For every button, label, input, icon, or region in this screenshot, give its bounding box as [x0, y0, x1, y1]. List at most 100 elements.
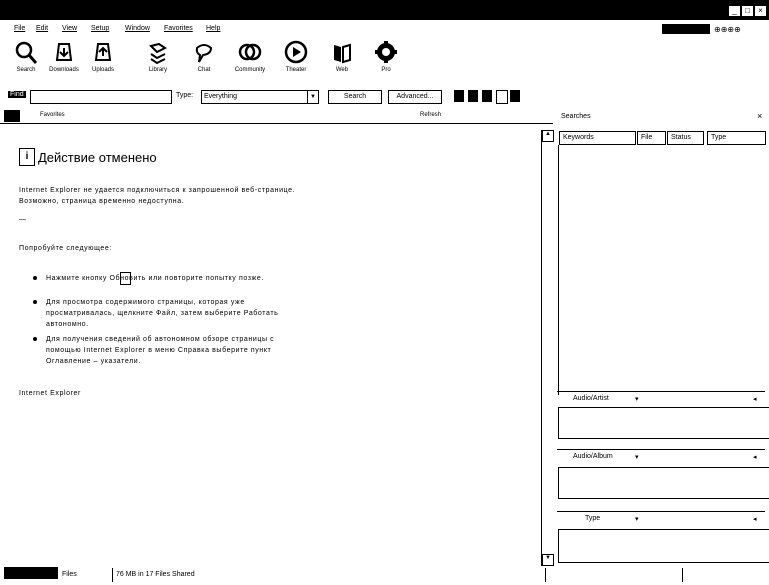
- chevron-down-icon: ▼: [307, 91, 318, 103]
- collapse-icon[interactable]: ◂: [753, 453, 757, 461]
- pro-button[interactable]: Pro: [366, 40, 406, 84]
- menu-edit[interactable]: Edit: [36, 25, 48, 32]
- browser-nav-bar: Favorites Refresh: [0, 109, 553, 124]
- chevron-down-icon: ▾: [635, 396, 639, 403]
- refresh-button[interactable]: Refresh: [420, 112, 441, 118]
- bullet-icon: [33, 337, 37, 341]
- suggestion-help: Для получения сведений об автономном обз…: [46, 336, 275, 365]
- column-header-file[interactable]: File: [637, 131, 666, 145]
- magnifier-icon: [15, 41, 38, 64]
- library-label: Library: [148, 67, 168, 73]
- status-shared: 76 MB in 17 Files Shared: [116, 571, 195, 578]
- chat-icon: [195, 44, 213, 63]
- theater-button[interactable]: Theater: [276, 40, 316, 84]
- vertical-scrollbar[interactable]: ▲ ▼: [541, 130, 554, 566]
- type-select[interactable]: Everything ▼: [201, 90, 319, 104]
- column-header-type[interactable]: Type: [707, 131, 766, 145]
- downloads-icon: [55, 43, 73, 61]
- status-divider: [545, 568, 546, 582]
- pro-icon: [375, 41, 397, 63]
- album-list[interactable]: [558, 467, 769, 499]
- status-bar: Files 76 MB in 17 Files Shared: [0, 566, 769, 585]
- status-divider: [682, 568, 683, 582]
- filter-header-album[interactable]: Audio/Album ▾ ◂: [557, 449, 765, 464]
- close-icon[interactable]: ×: [757, 111, 762, 121]
- menu-favorites[interactable]: Favorites: [164, 25, 193, 32]
- web-label: Web: [335, 67, 349, 73]
- collapse-icon[interactable]: ◂: [753, 515, 757, 523]
- column-header-status[interactable]: Status: [667, 131, 704, 145]
- error-page: i Действие отменено Internet Explorer не…: [14, 130, 542, 560]
- error-message: Internet Explorer не удается подключитьс…: [19, 187, 296, 205]
- community-icon: [238, 43, 262, 61]
- chevron-down-icon: ▾: [635, 454, 639, 461]
- advanced-button[interactable]: Advanced...: [388, 90, 442, 104]
- try-heading: Попробуйте следующее:: [19, 245, 112, 252]
- search-input[interactable]: [30, 90, 172, 104]
- downloads-label: Downloads: [49, 67, 79, 73]
- view-icon[interactable]: [496, 90, 508, 104]
- searches-panel: Searches × Keywords File Status Type Aud…: [557, 109, 769, 579]
- app-window: _ □ × File Edit View Setup Window Favori…: [0, 0, 769, 585]
- favorites-link[interactable]: Favorites: [40, 112, 65, 118]
- close-icon[interactable]: ×: [754, 5, 767, 17]
- maximize-icon[interactable]: □: [741, 5, 754, 17]
- web-button[interactable]: Web: [322, 40, 362, 84]
- scroll-down-icon[interactable]: ▼: [542, 554, 554, 566]
- chat-label: Chat: [197, 67, 211, 73]
- search-tool-button[interactable]: Search: [6, 40, 46, 84]
- library-icon: [149, 42, 167, 65]
- searches-list[interactable]: [558, 145, 769, 395]
- menu-setup[interactable]: Setup: [91, 25, 109, 32]
- view-icon[interactable]: [468, 90, 478, 102]
- find-label: Find: [8, 91, 26, 98]
- bullet-icon: [33, 300, 37, 304]
- minimize-icon[interactable]: _: [728, 5, 741, 17]
- type-list[interactable]: [558, 529, 769, 563]
- filter-header-artist[interactable]: Audio/Artist ▾ ◂: [557, 391, 765, 406]
- scroll-up-icon[interactable]: ▲: [542, 130, 554, 142]
- info-icon: i: [19, 148, 35, 166]
- menu-help[interactable]: Help: [206, 25, 220, 32]
- community-label: Community: [234, 67, 266, 73]
- theater-icon: [284, 40, 308, 64]
- library-button[interactable]: Library: [138, 40, 178, 84]
- menu-view[interactable]: View: [62, 25, 77, 32]
- view-icon[interactable]: [454, 90, 464, 102]
- status-files: Files: [62, 571, 77, 578]
- view-icon[interactable]: [482, 90, 492, 102]
- footer-text: Internet Explorer: [19, 390, 81, 397]
- search-bar: Find Type: Everything ▼ Search Advanced.…: [0, 88, 769, 106]
- status-divider: [112, 568, 113, 582]
- connection-indicator: [662, 24, 710, 34]
- pro-label: Pro: [381, 67, 391, 73]
- search-button[interactable]: Search: [328, 90, 382, 104]
- column-header-keywords[interactable]: Keywords: [559, 131, 636, 145]
- filter-header-type[interactable]: Type ▾ ◂: [557, 511, 765, 526]
- suggestion-refresh: Нажмите кнопку Обновить или повторите по…: [46, 275, 264, 282]
- menu-window[interactable]: Window: [125, 25, 150, 32]
- theater-label: Theater: [285, 67, 307, 73]
- uploads-button[interactable]: Uploads: [83, 40, 123, 84]
- status-logo: [4, 567, 58, 579]
- collapse-icon[interactable]: ◂: [753, 395, 757, 403]
- chat-button[interactable]: Chat: [184, 40, 224, 84]
- status-icons: ⊕⊕⊕⊕: [714, 25, 741, 34]
- separator-dash: —: [19, 216, 27, 223]
- artist-list[interactable]: [558, 407, 769, 439]
- uploads-label: Uploads: [91, 67, 114, 73]
- community-button[interactable]: Community: [230, 40, 270, 84]
- view-icon[interactable]: [510, 90, 520, 102]
- bullet-icon: [33, 276, 37, 280]
- main-toolbar: Search Downloads Uploads Library Chat Co…: [0, 38, 769, 88]
- back-icon[interactable]: [4, 110, 20, 122]
- type-label: Type:: [176, 92, 194, 99]
- web-icon: [334, 43, 351, 64]
- menu-bar: File Edit View Setup Window Favorites He…: [0, 20, 769, 38]
- menu-file[interactable]: File: [14, 25, 25, 32]
- uploads-icon: [94, 43, 112, 61]
- error-title: Действие отменено: [38, 150, 157, 165]
- suggestion-offline: Для просмотра содержимого страницы, кото…: [46, 299, 279, 328]
- downloads-button[interactable]: Downloads: [44, 40, 84, 84]
- searches-header: Searches: [561, 113, 591, 120]
